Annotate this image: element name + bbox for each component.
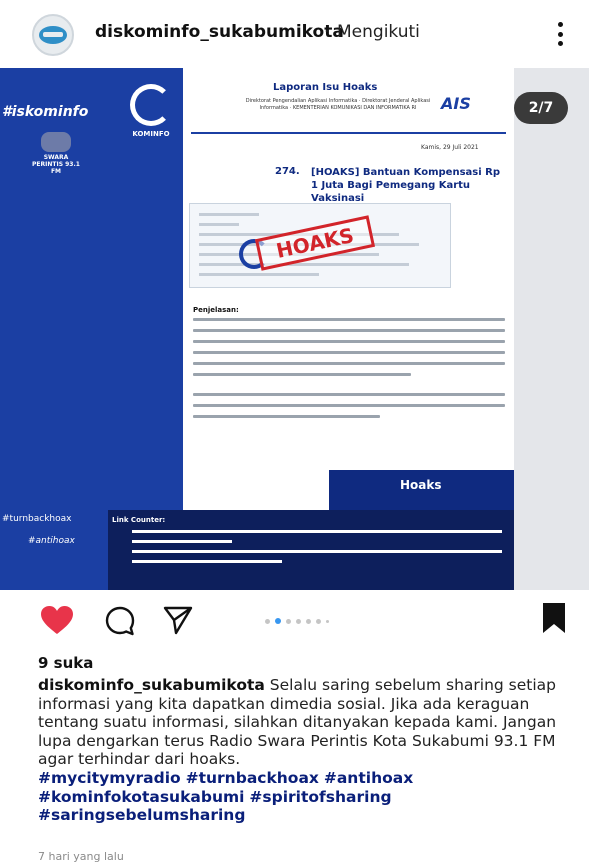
profile-avatar[interactable]: [32, 14, 74, 56]
explanation-body: [193, 318, 505, 426]
carousel-dot: [306, 618, 311, 624]
counter-link: [132, 550, 502, 553]
like-count[interactable]: 9 suka: [38, 654, 93, 672]
follow-status[interactable]: Mengikuti: [337, 22, 420, 42]
avatar-logo-icon: [39, 26, 67, 44]
link-counter-label: Link Counter:: [112, 516, 166, 524]
ais-logo: AIS: [441, 94, 471, 113]
explanation-title: Penjelasan:: [193, 306, 239, 314]
hashtag[interactable]: #turnbackhoax: [186, 769, 319, 787]
kominfo-emblem-icon: [130, 84, 172, 126]
side-turnbackhoax: #turnbackhoax: [2, 514, 72, 524]
caption-username[interactable]: diskominfo_sukabumikota: [38, 676, 265, 694]
hashtag[interactable]: #saringsebelumsharing: [38, 806, 245, 824]
next-slide-peek: [514, 68, 589, 590]
side-hashtag: #iskominfo: [2, 104, 89, 120]
post-timestamp: 7 hari yang lalu: [38, 850, 124, 863]
heart-icon[interactable]: [40, 605, 74, 635]
header-username[interactable]: diskominfo_sukabumikota: [95, 22, 344, 42]
carousel-dot: [296, 618, 301, 624]
counter-link: [132, 560, 282, 563]
carousel-dot-active: [275, 618, 281, 624]
kominfo-logo: KOMINFO: [124, 84, 178, 144]
report-subtitle: Direktorat Pengendalian Aplikasi Informa…: [245, 98, 431, 111]
post-header: diskominfo_sukabumikota · Mengikuti: [0, 0, 589, 68]
carousel-dot: [265, 618, 270, 624]
report-divider: [191, 132, 506, 134]
header-separator: ·: [324, 22, 330, 42]
side-antihoax: #antihoax: [28, 536, 75, 546]
radio-logo-text: SWARA PERINTIS 93.1 FM: [32, 154, 80, 175]
carousel-dot: [316, 618, 321, 624]
share-icon[interactable]: [162, 604, 194, 636]
kominfo-logo-text: KOMINFO: [132, 130, 170, 138]
post-caption: diskominfo_sukabumikota Selalu saring se…: [38, 676, 578, 825]
counter-link: [132, 540, 232, 543]
carousel-indicator: [265, 618, 329, 624]
radio-logo: SWARA PERINTIS 93.1 FM: [30, 132, 82, 175]
report-headline: [HOAKS] Bantuan Kompensasi Rp 1 Juta Bag…: [311, 167, 500, 204]
page-indicator: 2/7: [514, 92, 568, 124]
report-title: Laporan Isu Hoaks: [273, 82, 378, 93]
report-number: 274.: [275, 166, 300, 177]
verdict-label: Hoaks: [400, 478, 442, 492]
report-date: Kamis, 29 Juli 2021: [421, 144, 479, 151]
carousel-dot: [286, 618, 291, 624]
counter-link: [132, 530, 502, 533]
comment-icon[interactable]: [104, 605, 136, 637]
hashtag[interactable]: #spiritofsharing: [249, 788, 391, 806]
carousel-dot: [326, 619, 329, 623]
more-vertical-icon[interactable]: [555, 22, 565, 46]
hoax-report-document: Laporan Isu Hoaks Direktorat Pengendalia…: [183, 68, 514, 468]
hashtag[interactable]: #antihoax: [324, 769, 413, 787]
hashtag[interactable]: #mycitymyradio: [38, 769, 181, 787]
action-bar: [0, 590, 589, 650]
post-image[interactable]: #iskominfo SWARA PERINTIS 93.1 FM KOMINF…: [0, 68, 589, 590]
hashtag[interactable]: #kominfokotasukabumi: [38, 788, 244, 806]
message-screenshot: HOAKS: [189, 203, 451, 288]
bookmark-icon[interactable]: [542, 602, 566, 634]
